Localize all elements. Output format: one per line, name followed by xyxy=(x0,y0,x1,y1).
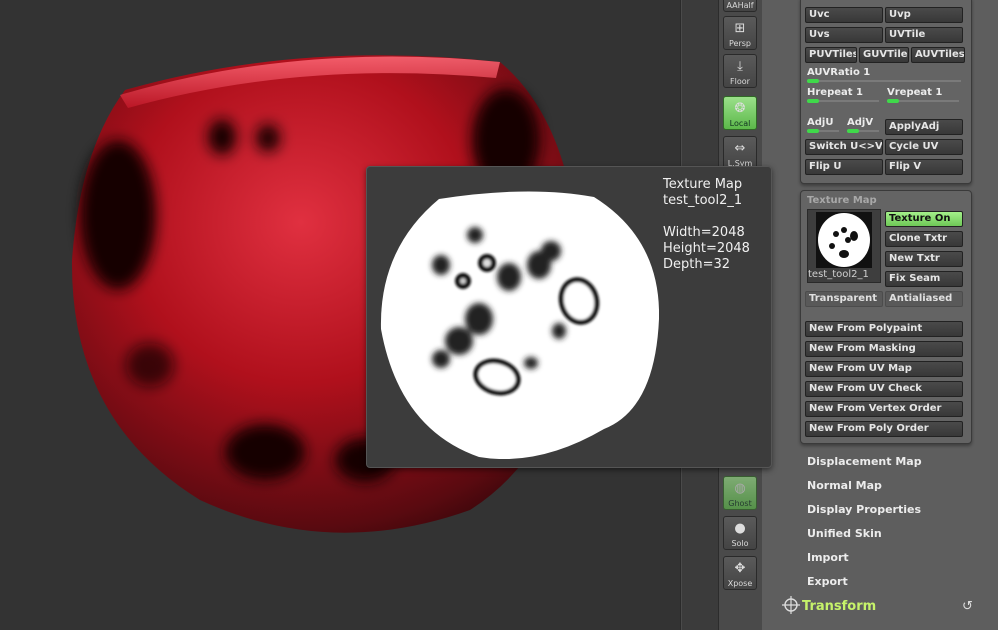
new-from-masking-button[interactable]: New From Masking xyxy=(805,341,963,357)
new-from-vertex-order-button[interactable]: New From Vertex Order xyxy=(805,401,963,417)
puvtiles-button[interactable]: PUVTiles xyxy=(805,47,857,63)
tooltip-text: Texture Map test_tool2_1 Width=2048 Heig… xyxy=(663,177,750,273)
adjv-label: AdjV xyxy=(847,117,874,128)
floor-button[interactable]: ⤓ Floor xyxy=(723,54,757,88)
local-icon: ❂ xyxy=(734,101,746,116)
uvtile-button[interactable]: UVTile xyxy=(885,27,963,43)
menu-displacement-map[interactable]: Displacement Map xyxy=(807,455,922,468)
flip-u-button[interactable]: Flip U xyxy=(805,159,883,175)
vrepeat-slider[interactable]: Vrepeat 1 xyxy=(885,87,963,105)
cycle-uv-button[interactable]: Cycle UV xyxy=(885,139,963,155)
ghost-label: Ghost xyxy=(728,499,752,508)
local-button[interactable]: ❂ Local xyxy=(723,96,757,130)
auvratio-label: AUVRatio 1 xyxy=(807,67,871,78)
lsym-button[interactable]: ⇔ L.Sym xyxy=(723,136,757,170)
menu-unified-skin[interactable]: Unified Skin xyxy=(807,527,882,540)
persp-button[interactable]: ⊞ Persp xyxy=(723,16,757,50)
tooltip-depth: Depth=32 xyxy=(663,257,731,272)
uvs-button[interactable]: Uvs xyxy=(805,27,883,43)
tooltip-spacer xyxy=(663,209,750,225)
floor-label: Floor xyxy=(730,77,750,86)
texture-map-title: Texture Map xyxy=(807,195,877,206)
reset-icon[interactable]: ↺ xyxy=(962,599,973,614)
new-from-poly-order-button[interactable]: New From Poly Order xyxy=(805,421,963,437)
tool-palette: Uvc Uvp Uvs UVTile PUVTiles GUVTiles AUV… xyxy=(762,0,998,630)
antialiased-toggle[interactable]: Antialiased xyxy=(885,291,963,307)
menu-export[interactable]: Export xyxy=(807,575,848,588)
uv-map-panel: Uvc Uvp Uvs UVTile PUVTiles GUVTiles AUV… xyxy=(800,0,972,184)
menu-normal-map[interactable]: Normal Map xyxy=(807,479,882,492)
fix-seam-button[interactable]: Fix Seam xyxy=(885,271,963,287)
local-label: Local xyxy=(729,119,751,128)
persp-label: Persp xyxy=(729,39,751,48)
tooltip-texture-name: test_tool2_1 xyxy=(663,193,743,208)
auvratio-slider[interactable]: AUVRatio 1 xyxy=(805,67,965,85)
hrepeat-slider[interactable]: Hrepeat 1 xyxy=(805,87,883,105)
xpose-label: Xpose xyxy=(727,579,753,588)
auvratio-handle[interactable] xyxy=(807,79,819,83)
uvc-button[interactable]: Uvc xyxy=(805,7,883,23)
new-from-uv-map-button[interactable]: New From UV Map xyxy=(805,361,963,377)
menu-display-properties[interactable]: Display Properties xyxy=(807,503,921,516)
xpose-icon: ✥ xyxy=(734,561,746,576)
hrepeat-label: Hrepeat 1 xyxy=(807,87,863,98)
new-txtr-button[interactable]: New Txtr xyxy=(885,251,963,267)
guvtiles-button[interactable]: GUVTiles xyxy=(859,47,909,63)
xpose-button[interactable]: ✥ Xpose xyxy=(723,556,757,590)
aahalf-button[interactable]: AAHalf xyxy=(723,0,757,12)
hrepeat-handle[interactable] xyxy=(807,99,819,103)
tooltip-width: Width=2048 xyxy=(663,225,745,240)
auvtiles-button[interactable]: AUVTiles xyxy=(911,47,965,63)
adju-handle[interactable] xyxy=(807,129,819,133)
applyadj-button[interactable]: ApplyAdj xyxy=(885,119,963,135)
adju-slider[interactable]: AdjU xyxy=(805,117,843,135)
menu-import[interactable]: Import xyxy=(807,551,849,564)
texture-map-panel: Texture Map test_tool2_1 Texture On Clon… xyxy=(800,190,972,444)
persp-icon: ⊞ xyxy=(734,21,746,36)
adjv-slider[interactable]: AdjV xyxy=(845,117,883,135)
aahalf-label: AAHalf xyxy=(726,1,754,10)
adju-label: AdjU xyxy=(807,117,834,128)
vrepeat-label: Vrepeat 1 xyxy=(887,87,943,98)
vrepeat-handle[interactable] xyxy=(887,99,899,103)
tooltip-title: Texture Map xyxy=(663,177,743,192)
auvratio-track xyxy=(807,80,961,82)
clone-txtr-button[interactable]: Clone Txtr xyxy=(885,231,963,247)
transform-icon[interactable] xyxy=(782,596,800,614)
switch-uv-button[interactable]: Switch U<>V xyxy=(805,139,883,155)
solo-label: Solo xyxy=(731,539,749,548)
floor-icon: ⤓ xyxy=(737,59,743,74)
transform-menu-header[interactable]: Transform xyxy=(802,599,876,614)
texture-preview-image xyxy=(380,191,659,459)
solo-button[interactable]: ● Solo xyxy=(723,516,757,550)
uvp-button[interactable]: Uvp xyxy=(885,7,963,23)
tooltip-height: Height=2048 xyxy=(663,241,750,256)
new-from-uv-check-button[interactable]: New From UV Check xyxy=(805,381,963,397)
flip-v-button[interactable]: Flip V xyxy=(885,159,963,175)
texture-on-button[interactable]: Texture On xyxy=(885,211,963,227)
texture-map-tooltip: Texture Map test_tool2_1 Width=2048 Heig… xyxy=(366,166,772,468)
texture-thumbnail-caption: test_tool2_1 xyxy=(808,269,869,280)
solo-icon: ● xyxy=(734,521,746,536)
new-from-polypaint-button[interactable]: New From Polypaint xyxy=(805,321,963,337)
transparent-toggle[interactable]: Transparent xyxy=(805,291,883,307)
texture-thumbnail-image xyxy=(816,212,872,268)
adjv-handle[interactable] xyxy=(847,129,859,133)
lsym-icon: ⇔ xyxy=(734,141,746,156)
ghost-icon: ◍ xyxy=(734,481,746,496)
ghost-button[interactable]: ◍ Ghost xyxy=(723,476,757,510)
